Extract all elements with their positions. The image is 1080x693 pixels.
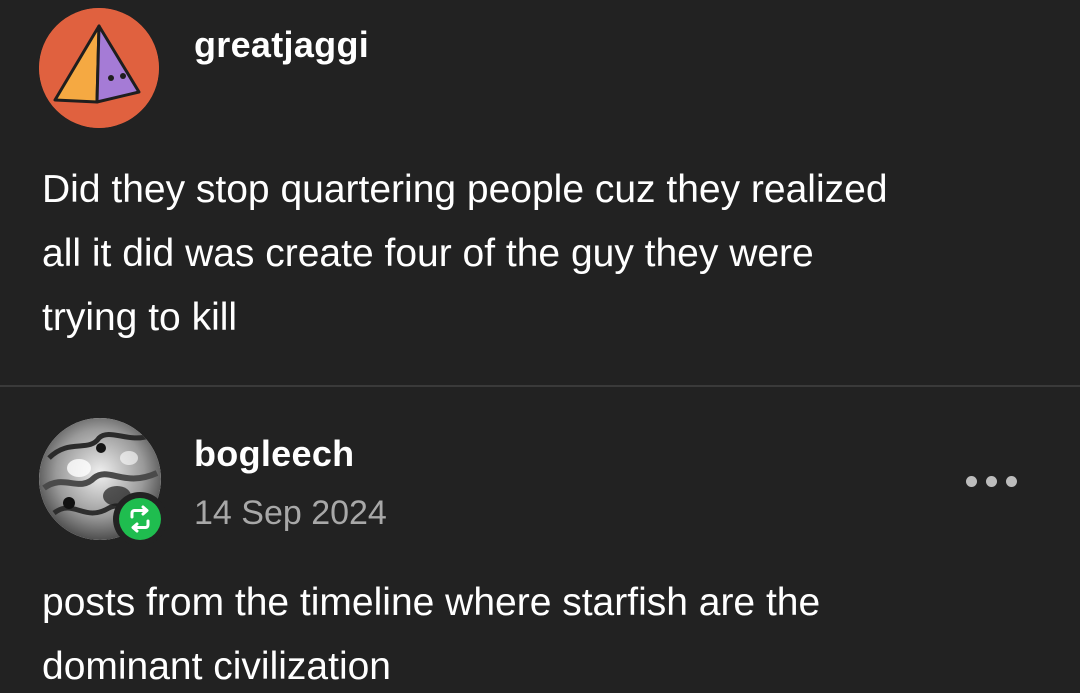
dashboard-feed: greatjaggi Did they stop quartering peop… bbox=[0, 0, 1080, 693]
original-post: greatjaggi Did they stop quartering peop… bbox=[0, 0, 1080, 387]
reblog-badge bbox=[113, 492, 167, 546]
post-body: posts from the timeline where starfish a… bbox=[42, 571, 1042, 693]
pyramid-avatar-icon bbox=[39, 8, 159, 128]
post-timestamp[interactable]: 14 Sep 2024 bbox=[194, 494, 387, 533]
post-body: Did they stop quartering people cuz they… bbox=[42, 158, 1042, 350]
more-options-icon bbox=[1006, 476, 1017, 487]
reblog-icon bbox=[130, 505, 150, 533]
more-options-icon bbox=[986, 476, 997, 487]
post-author-username[interactable]: bogleech bbox=[194, 433, 354, 475]
post-body-line: Did they stop quartering people cuz they… bbox=[42, 168, 888, 211]
post-body-line: trying to kill bbox=[42, 296, 238, 339]
post-body-line: dominant civilization bbox=[42, 645, 392, 688]
reblog-post: bogleech 14 Sep 2024 posts from the time… bbox=[0, 387, 1080, 693]
more-options-button[interactable] bbox=[960, 467, 1026, 495]
avatar[interactable] bbox=[39, 8, 159, 128]
post-body-line: all it did was create four of the guy th… bbox=[42, 232, 814, 275]
post-body-line: posts from the timeline where starfish a… bbox=[42, 581, 821, 624]
post-author-username[interactable]: greatjaggi bbox=[194, 24, 369, 66]
more-options-icon bbox=[966, 476, 977, 487]
